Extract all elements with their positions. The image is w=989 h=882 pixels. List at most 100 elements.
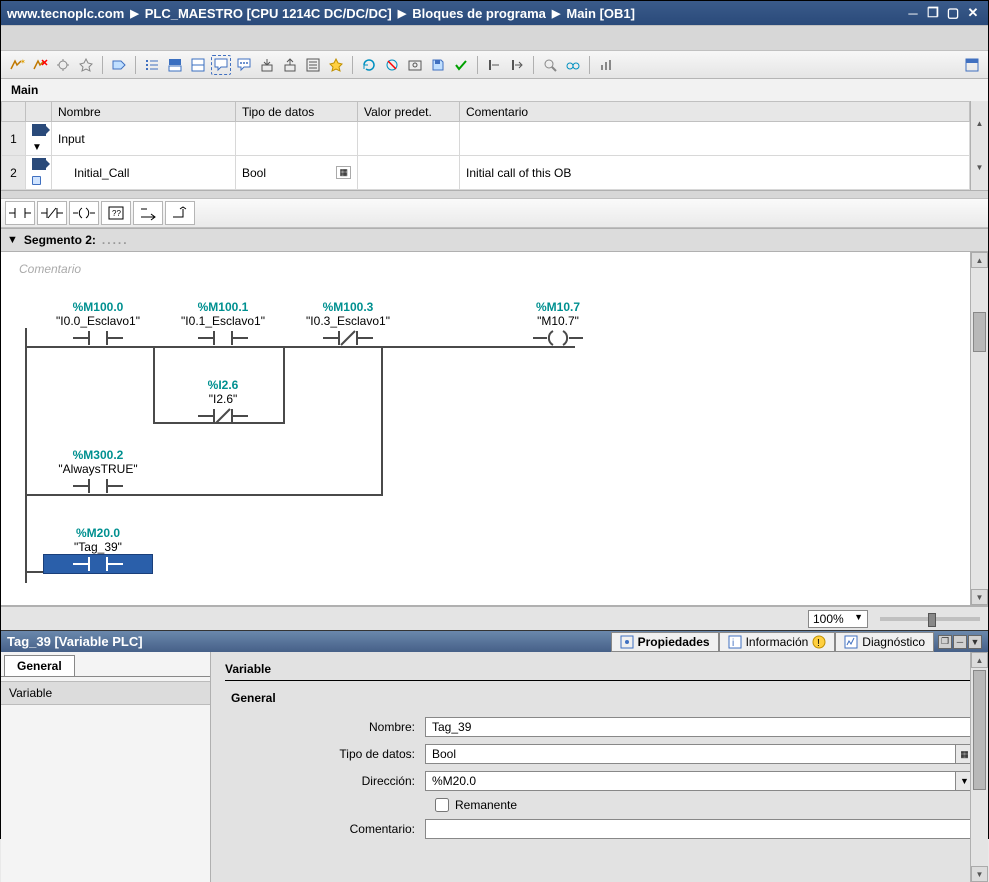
scroll-up-button[interactable]: ▲ — [971, 652, 988, 668]
row-name[interactable]: Input — [52, 122, 236, 156]
datatype-picker-button[interactable]: ▦ — [336, 166, 351, 179]
row-preset[interactable] — [358, 122, 460, 156]
minimize-button[interactable]: ─ — [904, 5, 922, 21]
row-datatype[interactable] — [236, 122, 358, 156]
table-row[interactable]: 2 Initial_Call Bool▦ Initial call of thi… — [2, 156, 970, 190]
delete-wire-icon[interactable] — [30, 55, 50, 75]
import-icon[interactable] — [257, 55, 277, 75]
list-check-icon[interactable] — [303, 55, 323, 75]
scroll-thumb[interactable] — [973, 312, 986, 352]
refresh-icon[interactable] — [359, 55, 379, 75]
checkbox-remanente[interactable] — [435, 798, 449, 812]
zoom-slider[interactable] — [880, 617, 980, 621]
col-header-preset[interactable]: Valor predet. — [358, 102, 460, 122]
check-icon[interactable] — [451, 55, 471, 75]
star-settings-icon[interactable] — [76, 55, 96, 75]
col-header-comment[interactable]: Comentario — [460, 102, 970, 122]
favorite-icon[interactable] — [326, 55, 346, 75]
ladder-scrollbar[interactable]: ▲ ▼ — [970, 252, 988, 605]
tab-properties[interactable]: Propiedades — [611, 632, 719, 652]
snapshot-icon[interactable] — [405, 55, 425, 75]
chevron-right-icon: ▶ — [398, 7, 406, 20]
table-row[interactable]: 1 ▼ Input — [2, 122, 970, 156]
settings-icon[interactable] — [53, 55, 73, 75]
tab-information[interactable]: i Información ! — [719, 632, 836, 652]
panel-min-button[interactable]: ─ — [953, 635, 967, 649]
col-header-datatype[interactable]: Tipo de datos — [236, 102, 358, 122]
properties-scrollbar[interactable]: ▲ ▼ — [970, 652, 988, 882]
segment-comment-placeholder[interactable]: Comentario — [13, 260, 958, 286]
row-preset[interactable] — [358, 156, 460, 190]
close-button[interactable]: ✕ — [964, 5, 982, 21]
collapse-arrow-icon[interactable]: ▼ — [7, 234, 18, 246]
col-header-icon — [26, 102, 52, 122]
scroll-thumb[interactable] — [973, 670, 986, 790]
properties-icon — [620, 635, 634, 649]
contact-nc-button[interactable] — [37, 201, 67, 225]
search-icon[interactable] — [540, 55, 560, 75]
breadcrumb-2[interactable]: PLC_MAESTRO [CPU 1214C DC/DC/DC] — [145, 6, 392, 21]
coil-button[interactable] — [69, 201, 99, 225]
box-button[interactable]: ?? — [101, 201, 131, 225]
breadcrumb-1[interactable]: www.tecnoplc.com — [7, 6, 124, 21]
comment-toggle-icon[interactable] — [211, 55, 231, 75]
panel-restore-button[interactable]: ❐ — [938, 635, 952, 649]
restore-button[interactable]: ❐ — [924, 5, 942, 21]
nav-item-variable[interactable]: Variable — [1, 681, 210, 705]
add-wire-icon[interactable]: ✶ — [7, 55, 27, 75]
coil[interactable]: %M10.7"M10.7" — [503, 300, 613, 348]
maximize-button[interactable]: ▢ — [944, 5, 962, 21]
glasses-icon[interactable] — [563, 55, 583, 75]
scroll-down-button[interactable]: ▼ — [971, 589, 988, 605]
export-icon[interactable] — [280, 55, 300, 75]
scroll-up-button[interactable]: ▲ — [971, 101, 988, 146]
comment-dots-icon[interactable] — [234, 55, 254, 75]
row-name[interactable]: Initial_Call — [52, 156, 236, 190]
contact-no-button[interactable] — [5, 201, 35, 225]
block-white-icon[interactable] — [188, 55, 208, 75]
branch-close-button[interactable] — [165, 201, 195, 225]
row-comment[interactable] — [460, 122, 970, 156]
contact-nc[interactable]: %M100.3"I0.3_Esclavo1" — [293, 300, 403, 348]
goto-start-icon[interactable] — [484, 55, 504, 75]
svg-text:!: ! — [817, 638, 820, 649]
contact-no[interactable]: %M300.2"AlwaysTRUE" — [43, 448, 153, 496]
input-direccion[interactable] — [425, 771, 956, 791]
svg-text:✶: ✶ — [20, 58, 25, 66]
iface-scroll[interactable]: ▲ ▼ — [970, 101, 988, 190]
contact-selected[interactable]: %M20.0"Tag_39" — [43, 526, 153, 574]
block-blue-icon[interactable] — [165, 55, 185, 75]
row-number: 2 — [2, 156, 26, 190]
branch-open-button[interactable] — [133, 201, 163, 225]
panel-arrow-button[interactable]: ▼ — [968, 635, 982, 649]
row-datatype[interactable]: Bool▦ — [236, 156, 358, 190]
input-comentario[interactable] — [425, 819, 974, 839]
input-tipo[interactable] — [425, 744, 956, 764]
scroll-up-button[interactable]: ▲ — [971, 252, 988, 268]
input-nombre[interactable] — [425, 717, 974, 737]
breadcrumb-3[interactable]: Bloques de programa — [412, 6, 546, 21]
label-nombre: Nombre: — [225, 720, 425, 734]
tab-diagnostics[interactable]: Diagnóstico — [835, 632, 934, 652]
scroll-down-button[interactable]: ▼ — [971, 866, 988, 882]
label-tipo: Tipo de datos: — [225, 747, 425, 761]
save-disk-icon[interactable] — [428, 55, 448, 75]
ladder-canvas[interactable]: Comentario %M100.0"I0.0_Esclavo1" %M100.… — [1, 252, 970, 605]
nav-tab-general[interactable]: General — [4, 655, 75, 676]
list-icon[interactable] — [142, 55, 162, 75]
col-header-name[interactable]: Nombre — [52, 102, 236, 122]
goto-arrow-icon[interactable] — [507, 55, 527, 75]
zoom-combo[interactable]: 100%▼ — [808, 610, 868, 628]
breadcrumb-4[interactable]: Main [OB1] — [566, 6, 635, 21]
segment-header[interactable]: ▼ Segmento 2: ..... — [1, 228, 988, 252]
chart-icon[interactable] — [596, 55, 616, 75]
contact-nc[interactable]: %I2.6"I2.6" — [168, 378, 278, 426]
window-titlebar: www.tecnoplc.com ▶ PLC_MAESTRO [CPU 1214… — [1, 1, 988, 25]
contact-no[interactable]: %M100.1"I0.1_Esclavo1" — [168, 300, 278, 348]
contact-no[interactable]: %M100.0"I0.0_Esclavo1" — [43, 300, 153, 348]
tag-icon[interactable] — [109, 55, 129, 75]
panel-toggle-icon[interactable] — [962, 55, 982, 75]
stop-refresh-icon[interactable] — [382, 55, 402, 75]
row-comment[interactable]: Initial call of this OB — [460, 156, 970, 190]
scroll-down-button[interactable]: ▼ — [971, 146, 988, 191]
